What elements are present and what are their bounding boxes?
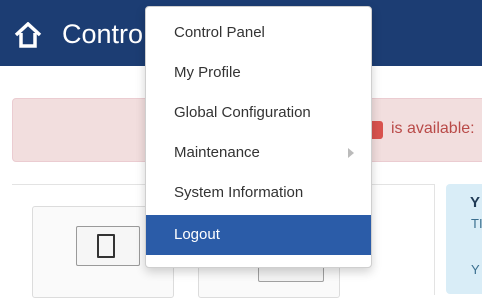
alert-text: is available: (391, 120, 475, 137)
menu-item-label: Control Panel (174, 24, 265, 41)
info-text: Y (471, 262, 480, 277)
switch-icon (76, 226, 140, 266)
menu-item-label: Logout (174, 226, 220, 243)
menu-item-global-configuration[interactable]: Global Configuration (146, 93, 371, 133)
info-title: Y (470, 194, 481, 211)
menu-item-maintenance[interactable]: Maintenance (146, 133, 371, 173)
menu-item-label: My Profile (174, 64, 241, 81)
menu-item-my-profile[interactable]: My Profile (146, 53, 371, 93)
menu-item-label: Global Configuration (174, 104, 311, 121)
menu-item-system-information[interactable]: System Information (146, 173, 371, 213)
chevron-right-icon (348, 148, 354, 158)
home-icon[interactable] (14, 22, 42, 48)
menu-item-label: System Information (174, 184, 304, 201)
menu-item-control-panel[interactable]: Control Panel (146, 13, 371, 53)
menu-item-logout[interactable]: Logout (146, 215, 371, 255)
info-text: TI (471, 216, 482, 231)
page-title: Contro (62, 19, 144, 49)
menu-item-label: Maintenance (174, 144, 260, 161)
user-dropdown-menu: Control Panel My Profile Global Configur… (145, 6, 372, 268)
